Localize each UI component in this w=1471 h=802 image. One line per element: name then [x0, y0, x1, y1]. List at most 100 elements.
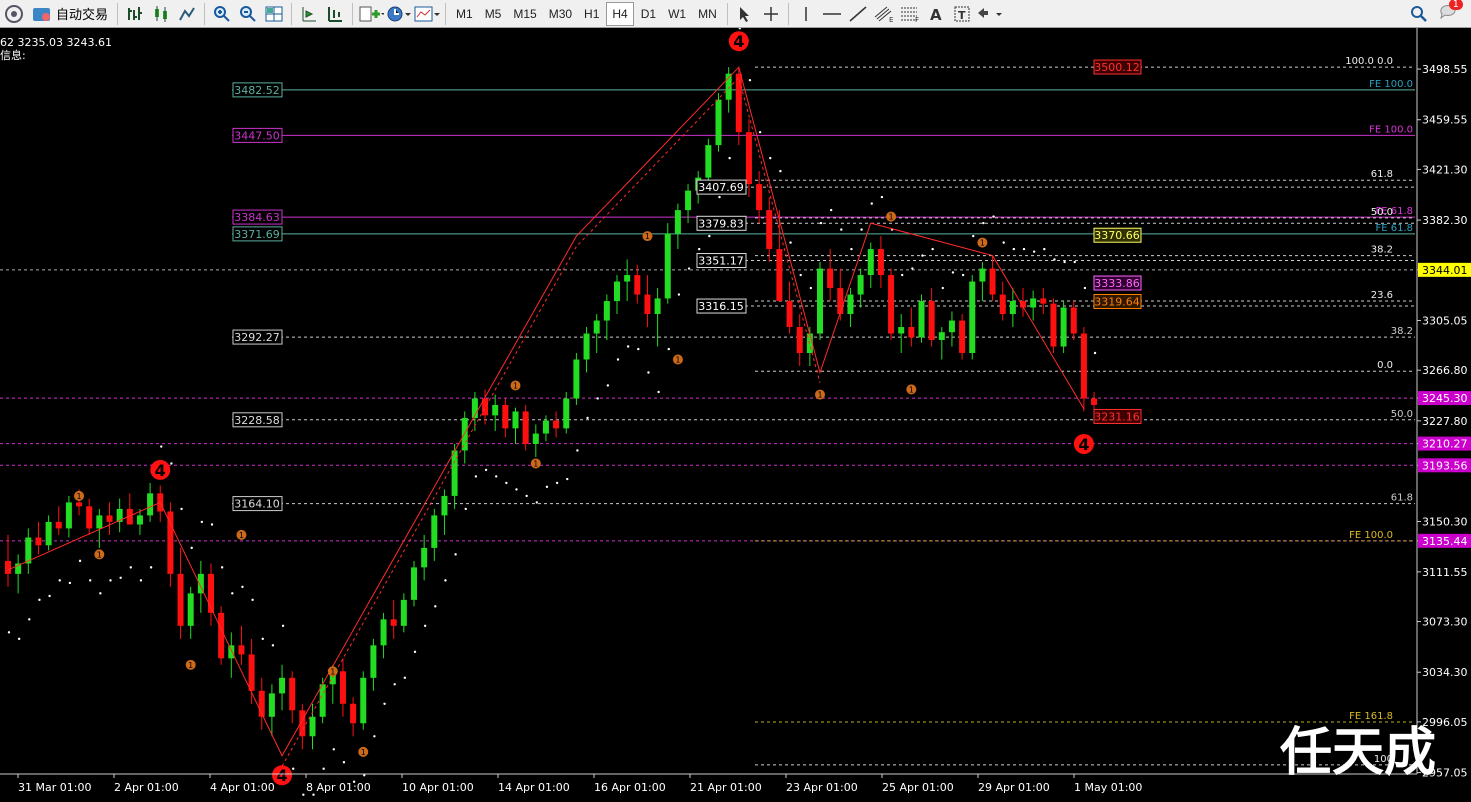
candle-body — [847, 294, 854, 315]
time-tick-label: 4 Apr 01:00 — [210, 781, 275, 794]
candle-body — [817, 268, 823, 334]
candle-body — [5, 560, 11, 574]
indicators-icon[interactable] — [358, 2, 385, 26]
sar-dot — [413, 650, 417, 654]
sar-dot — [373, 735, 376, 738]
price-chart[interactable]: 4 4 4 4 1 1 1 1 1 1 1 1 1 1 1 1 1 1 3482.52 FE 100.0 3447.5… — [0, 28, 1471, 802]
candle-body — [756, 184, 763, 211]
level-tag: 3228.58 — [234, 414, 280, 427]
candle-body — [512, 411, 519, 429]
chart-shift-icon[interactable] — [323, 2, 347, 26]
signal-icon[interactable] — [2, 2, 26, 26]
sar-dot — [302, 793, 305, 796]
level-tag: 3292.27 — [234, 331, 280, 344]
sar-dot — [342, 761, 346, 764]
candle-body — [65, 502, 72, 529]
candle-body — [593, 320, 600, 334]
svg-text:T: T — [958, 9, 966, 22]
ohlc-readout: 62 3235.03 3243.61 — [0, 36, 112, 49]
candle-body — [431, 515, 438, 548]
vertical-line-icon[interactable] — [794, 2, 818, 26]
candle-body — [522, 411, 529, 444]
candle-body — [268, 693, 275, 717]
sar-dot — [799, 273, 802, 277]
timeframe-h1[interactable]: H1 — [579, 2, 604, 26]
timeframe-w1[interactable]: W1 — [663, 2, 691, 26]
periods-icon[interactable] — [386, 2, 412, 26]
timeframe-d1[interactable]: D1 — [636, 2, 661, 26]
sar-dot — [423, 624, 427, 628]
sar-dot — [1053, 258, 1056, 261]
crosshair-icon[interactable] — [759, 2, 783, 26]
candle-body — [370, 645, 377, 678]
price-tick-label: 3073.30 — [1422, 616, 1468, 629]
sar-dot — [840, 228, 843, 231]
sar-dot — [444, 579, 447, 582]
candlestick-icon[interactable] — [149, 2, 173, 26]
timeframe-m1[interactable]: M1 — [451, 2, 478, 26]
toolbar-right: 1 — [1407, 0, 1463, 26]
sar-dot — [434, 605, 437, 608]
candle-body — [614, 281, 620, 302]
timeframe-m15[interactable]: M15 — [508, 2, 541, 26]
fib-retrace-label: 61.8 — [1371, 169, 1393, 180]
fib-right-label: 38.2 — [1391, 326, 1413, 337]
candle-body — [989, 268, 996, 295]
timeframe-mn[interactable]: MN — [693, 2, 722, 26]
sar-dot — [606, 384, 610, 387]
sar-dot — [109, 579, 112, 582]
autoscroll-icon[interactable] — [297, 2, 321, 26]
candle-body — [45, 521, 52, 546]
horizontal-line-icon[interactable] — [820, 2, 844, 26]
timeframe-m5[interactable]: M5 — [480, 2, 507, 26]
candle-body — [857, 275, 864, 295]
wave-marker-major-label: 4 — [276, 766, 287, 785]
sar-dot — [261, 637, 264, 641]
zoom-in-icon[interactable] — [210, 2, 234, 26]
wave-marker-minor-label: 1 — [675, 356, 680, 365]
bar-chart-icon[interactable] — [123, 2, 147, 26]
wave-marker-minor-label: 1 — [645, 232, 650, 241]
timeframe-h4[interactable]: H4 — [606, 1, 634, 26]
sar-dot — [1022, 247, 1026, 251]
trendline-icon[interactable] — [846, 2, 870, 26]
sar-dot — [515, 488, 518, 491]
wave-marker-minor-label: 1 — [980, 239, 985, 248]
sar-dot — [911, 267, 914, 270]
fibonacci-icon[interactable]: F — [898, 2, 922, 26]
cursor-icon[interactable] — [733, 2, 757, 26]
line-chart-icon[interactable] — [175, 2, 199, 26]
price-tick-label: 3498.55 — [1422, 63, 1468, 76]
equidistant-channel-icon[interactable]: E — [872, 2, 896, 26]
candle-body — [238, 645, 245, 655]
price-tick-label: 3111.55 — [1422, 566, 1468, 579]
candle-body — [583, 333, 590, 360]
candle-body — [1070, 307, 1077, 334]
text-icon[interactable]: A — [924, 2, 948, 26]
sar-dot — [1002, 241, 1005, 244]
candle-body — [492, 404, 499, 416]
sar-dot — [555, 481, 559, 485]
candle-body — [1080, 333, 1087, 399]
autotrade-button[interactable]: 自动交易 — [28, 2, 112, 26]
sar-dot — [1043, 247, 1046, 251]
sar-dot — [667, 347, 670, 351]
arrows-icon[interactable] — [976, 2, 1004, 26]
candle-body — [776, 249, 783, 302]
toolbar-separator — [291, 2, 293, 25]
sar-dot — [880, 195, 884, 199]
sar-dot — [464, 507, 467, 511]
candle-body — [705, 145, 712, 178]
templates-icon[interactable] — [414, 2, 441, 26]
text-label-icon[interactable]: T — [950, 2, 974, 26]
notification-icon[interactable]: 1 — [1437, 0, 1463, 26]
candle-body — [1060, 307, 1067, 347]
tile-windows-icon[interactable] — [262, 2, 286, 26]
zoom-out-icon[interactable] — [236, 2, 260, 26]
sar-dot — [383, 702, 386, 705]
search-icon[interactable] — [1407, 2, 1431, 26]
candle-body — [938, 332, 945, 341]
candle-body — [106, 515, 113, 522]
timeframe-m30[interactable]: M30 — [544, 2, 577, 26]
sar-dot — [180, 507, 183, 511]
